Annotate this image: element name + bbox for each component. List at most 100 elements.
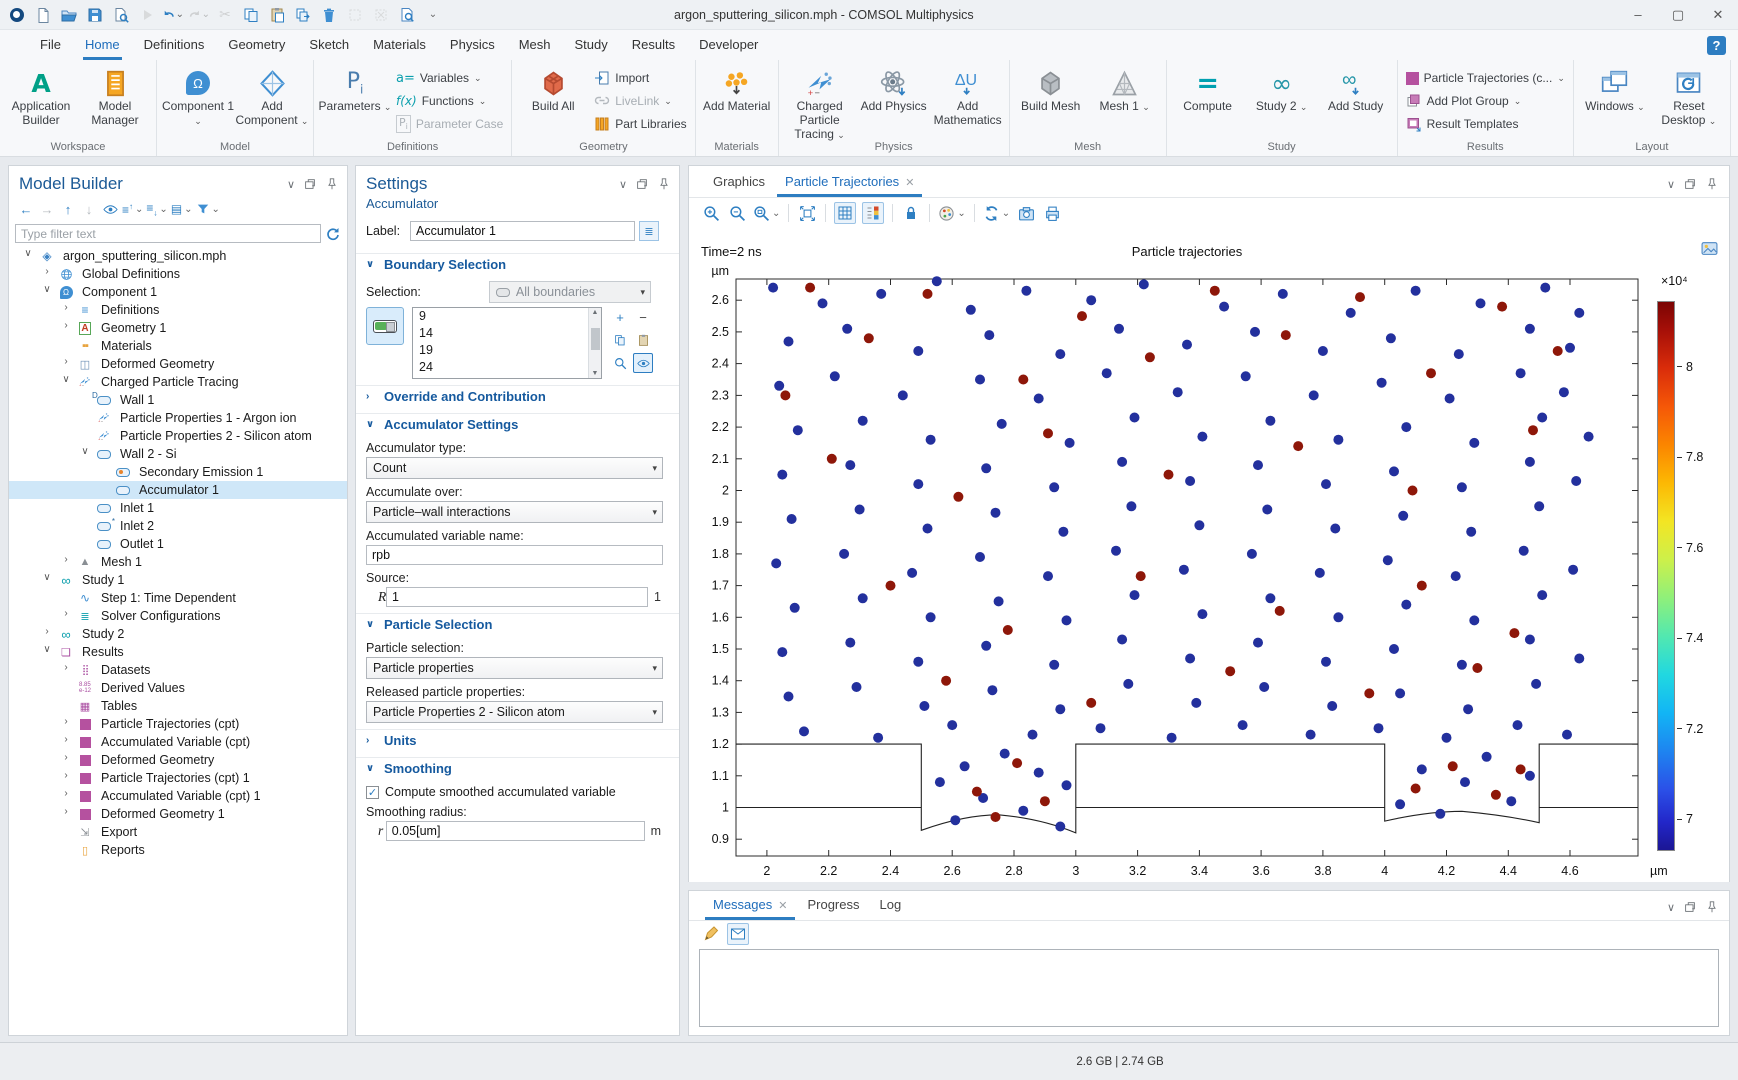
zoom-out-icon[interactable] <box>727 202 747 224</box>
tree-item-wall-2-si[interactable]: ∨Wall 2 - Si <box>9 445 347 463</box>
study-2-button[interactable]: ∞Study 2 ⌄ <box>1245 64 1319 129</box>
save-file-icon[interactable] <box>84 4 106 26</box>
tree-item-particle-properties-2-silicon-atom[interactable]: +−Particle Properties 2 - Silicon atom <box>9 427 347 445</box>
released-properties-select[interactable]: Particle Properties 2 - Silicon atom▾ <box>366 701 663 723</box>
collapse-all-icon[interactable]: ≡↓⌄ <box>146 200 167 218</box>
boundary-list-item[interactable]: 24 <box>413 359 601 376</box>
menu-materials[interactable]: Materials <box>361 30 438 60</box>
tree-item-step-1-time-dependent[interactable]: ∿Step 1: Time Dependent <box>9 589 347 607</box>
tree-item-derived-values[interactable]: 8.85e-12Derived Values <box>9 679 347 697</box>
import-button[interactable]: Import <box>590 68 690 88</box>
messages-tab-messages[interactable]: Messages✕ <box>703 897 797 920</box>
particle-trajectories-c--button[interactable]: Particle Trajectories (c...⌄ <box>1402 68 1569 88</box>
run-icon[interactable] <box>136 4 158 26</box>
tree-item-inlet-1[interactable]: Inlet 1 <box>9 499 347 517</box>
tree-item-export[interactable]: ⇲Export <box>9 823 347 841</box>
compute-button[interactable]: =Compute <box>1171 64 1245 129</box>
select-box-icon[interactable] <box>344 4 366 26</box>
variable-name-input[interactable] <box>366 545 663 565</box>
lock-icon[interactable] <box>901 202 921 224</box>
boundary-list-item[interactable]: 9 <box>413 308 601 325</box>
close-icon[interactable]: ✕ <box>778 900 787 912</box>
tree-item-study-1[interactable]: ∨∞Study 1 <box>9 571 347 589</box>
tree-item-component-1[interactable]: ∨ΩComponent 1 <box>9 283 347 301</box>
help-button[interactable]: ? <box>1707 36 1726 55</box>
section-override[interactable]: ›Override and Contribution <box>356 385 679 407</box>
preview-file-icon[interactable] <box>110 4 132 26</box>
add-physics-button[interactable]: Add Physics <box>857 64 931 129</box>
graphics-tab-graphics[interactable]: Graphics <box>703 174 775 197</box>
pin-icon[interactable] <box>1705 177 1719 191</box>
mesh-1-button[interactable]: Mesh 1 ⌄ <box>1088 64 1162 129</box>
comsol-logo-icon[interactable] <box>6 4 28 26</box>
qat-menu-icon[interactable]: ⌄ <box>422 4 444 26</box>
build-mesh-button[interactable]: Build Mesh <box>1014 64 1088 129</box>
messages-log-area[interactable] <box>699 949 1719 1027</box>
part-libraries-button[interactable]: Part Libraries <box>590 114 690 134</box>
show-selection-icon[interactable] <box>633 353 653 373</box>
tree-item-accumulated-variable-cpt-1[interactable]: ›Accumulated Variable (cpt) 1 <box>9 787 347 805</box>
tree-item-solver-configurations[interactable]: ›≣Solver Configurations <box>9 607 347 625</box>
reset-desktop-button[interactable]: Reset Desktop ⌄ <box>1652 64 1726 129</box>
delete-icon[interactable] <box>318 4 340 26</box>
paste-icon[interactable] <box>266 4 288 26</box>
undo-icon[interactable]: ⌄ <box>162 4 184 26</box>
print-icon[interactable] <box>1042 202 1062 224</box>
model-manager-button[interactable]: Model Manager <box>78 64 152 129</box>
tree-item-geometry-1[interactable]: ›AGeometry 1 <box>9 319 347 337</box>
tree-filter-input[interactable] <box>15 224 321 243</box>
chevron-down-icon[interactable]: ∨ <box>619 178 627 191</box>
active-selection-toggle[interactable] <box>366 307 404 345</box>
paste-selection-icon[interactable] <box>633 330 653 350</box>
add-plot-group-button[interactable]: Add Plot Group⌄ <box>1402 91 1569 111</box>
tree-item-global-definitions[interactable]: ›Global Definitions <box>9 265 347 283</box>
minimize-button[interactable]: – <box>1618 0 1658 29</box>
menu-geometry[interactable]: Geometry <box>216 30 297 60</box>
tree-item-secondary-emission-1[interactable]: Secondary Emission 1 <box>9 463 347 481</box>
maximize-button[interactable]: ▢ <box>1658 0 1698 29</box>
redo-icon[interactable]: ⌄ <box>188 4 210 26</box>
graphics-tab-particle-trajectories[interactable]: Particle Trajectories✕ <box>775 174 924 197</box>
clear-log-icon[interactable] <box>701 923 721 945</box>
tree-item-study-2[interactable]: ›∞Study 2 <box>9 625 347 643</box>
menu-home[interactable]: Home <box>73 30 132 60</box>
accumulate-over-select[interactable]: Particle–wall interactions▾ <box>366 501 663 523</box>
pin-icon[interactable] <box>657 177 671 191</box>
tree-item-reports[interactable]: ▯Reports <box>9 841 347 859</box>
pin-icon[interactable] <box>325 177 339 191</box>
livelink-button[interactable]: LiveLink⌄ <box>590 91 690 111</box>
chevron-down-icon[interactable]: ∨ <box>1667 901 1675 914</box>
tree-item-accumulated-variable-cpt-[interactable]: ›Accumulated Variable (cpt) <box>9 733 347 751</box>
copy-selection-icon[interactable] <box>610 330 630 350</box>
pin-icon[interactable] <box>1705 900 1719 914</box>
duplicate-icon[interactable] <box>292 4 314 26</box>
result-templates-button[interactable]: Result Templates <box>1402 114 1569 134</box>
back-icon[interactable]: ← <box>17 200 35 218</box>
find-icon[interactable] <box>396 4 418 26</box>
move-up-icon[interactable]: ↑ <box>59 200 77 218</box>
tree-item-particle-trajectories-cpt-1[interactable]: ›Particle Trajectories (cpt) 1 <box>9 769 347 787</box>
smoothing-checkbox[interactable]: ✓ <box>366 786 379 799</box>
tree-item-definitions[interactable]: ›≡Definitions <box>9 301 347 319</box>
menu-developer[interactable]: Developer <box>687 30 770 60</box>
open-file-icon[interactable] <box>58 4 80 26</box>
tree-item-particle-properties-1-argon-ion[interactable]: +−Particle Properties 1 - Argon ion <box>9 409 347 427</box>
tree-item-charged-particle-tracing[interactable]: ∨+−Charged Particle Tracing <box>9 373 347 391</box>
parameter-case-button[interactable]: PiParameter Case <box>392 114 507 134</box>
rename-button[interactable]: ≣ <box>639 221 659 241</box>
boundary-list[interactable]: 9141924▲▼ <box>412 307 602 379</box>
menu-physics[interactable]: Physics <box>438 30 507 60</box>
new-file-icon[interactable] <box>32 4 54 26</box>
close-icon[interactable]: ✕ <box>905 177 914 189</box>
boundary-list-item[interactable]: 19 <box>413 342 601 359</box>
add-component-button[interactable]: Add Component ⌄ <box>235 64 309 129</box>
chevron-down-icon[interactable]: ∨ <box>287 178 295 191</box>
windows-button[interactable]: Windows ⌄ <box>1578 64 1652 129</box>
update-view-icon[interactable]: ⌄ <box>983 202 1010 224</box>
tree-item-tables[interactable]: ▦Tables <box>9 697 347 715</box>
charged-particle-tracing-button[interactable]: +−Charged Particle Tracing ⌄ <box>783 64 857 129</box>
component-1-button[interactable]: ΩComponent 1 ⌄ <box>161 64 235 129</box>
add-mathematics-button[interactable]: ΔUAdd Mathematics <box>931 64 1005 129</box>
remove-selection-icon[interactable]: − <box>633 307 653 327</box>
boundary-list-item[interactable]: 14 <box>413 325 601 342</box>
